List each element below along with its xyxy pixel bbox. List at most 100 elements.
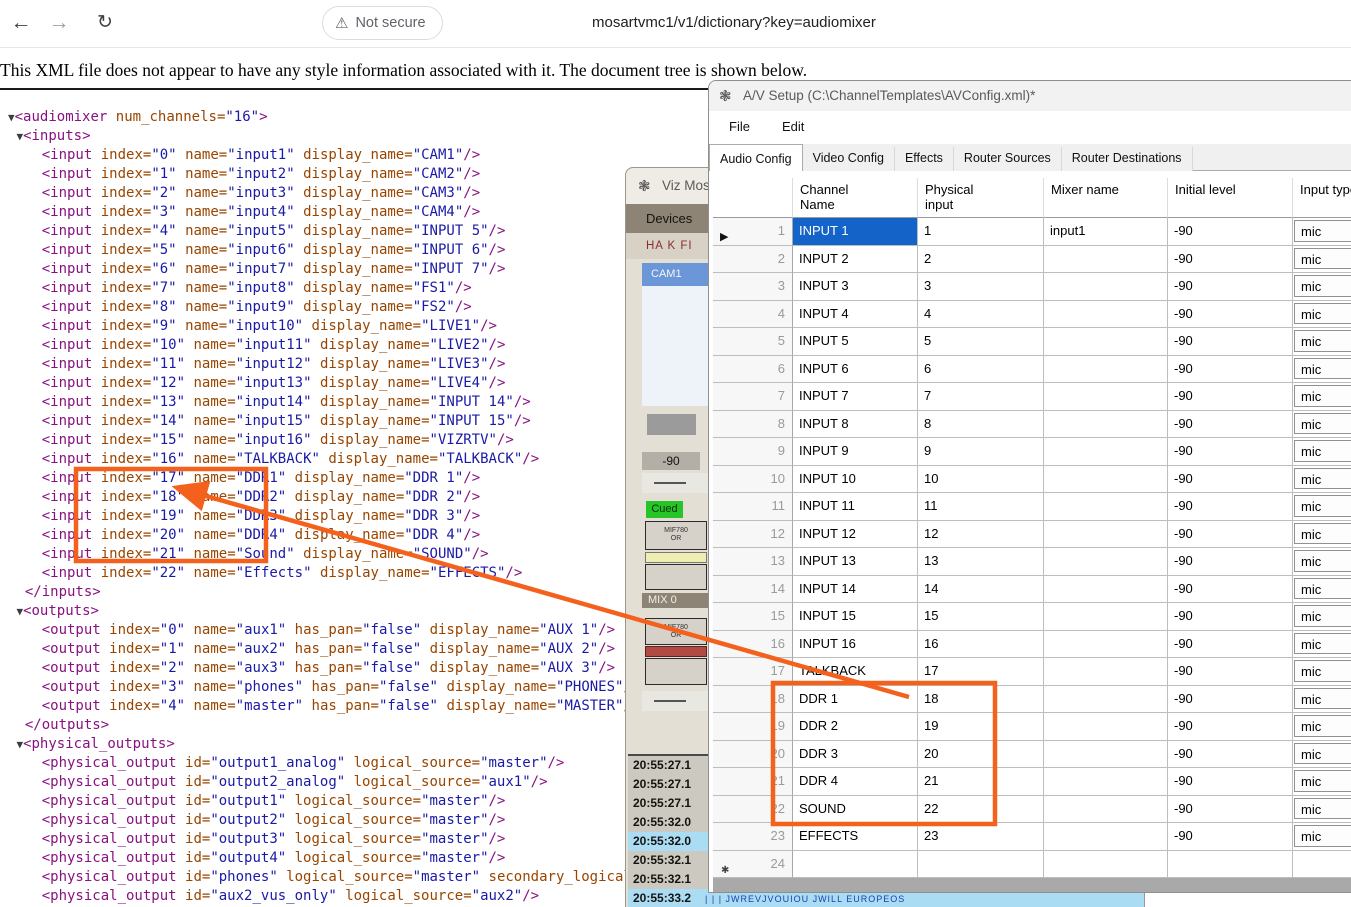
row-header[interactable]: 5 [713, 328, 793, 356]
row-header[interactable]: 18 [713, 686, 793, 714]
cell-channel-name[interactable]: INPUT 9 [793, 438, 918, 466]
cell-mixer-name[interactable] [1044, 713, 1168, 741]
cell-channel-name[interactable]: INPUT 2 [793, 246, 918, 274]
cell-mixer-name[interactable] [1044, 411, 1168, 439]
row-header[interactable]: 20 [713, 741, 793, 769]
cell-mixer-name[interactable] [1044, 631, 1168, 659]
cell-channel-name[interactable]: INPUT 14 [793, 576, 918, 604]
row-header[interactable]: 14 [713, 576, 793, 604]
row-header[interactable]: 1▶ [713, 218, 793, 246]
cell-initial-level[interactable]: -90 [1168, 741, 1293, 769]
cell-mixer-name[interactable] [1044, 686, 1168, 714]
row-header[interactable]: 11 [713, 493, 793, 521]
cell-physical-input[interactable]: 23 [918, 823, 1044, 851]
row-header[interactable]: 22 [713, 796, 793, 824]
row-header[interactable]: 17 [713, 658, 793, 686]
cell-channel-name[interactable]: DDR 1 [793, 686, 918, 714]
cell-input-type[interactable]: mic [1293, 823, 1351, 851]
cell-initial-level[interactable]: -90 [1168, 713, 1293, 741]
cell-mixer-name[interactable] [1044, 548, 1168, 576]
cell-physical-input[interactable]: 21 [918, 768, 1044, 796]
cell-initial-level[interactable]: -90 [1168, 328, 1293, 356]
cell-mixer-name[interactable] [1044, 356, 1168, 384]
cell-mixer-name[interactable] [1044, 438, 1168, 466]
row-header[interactable]: 23 [713, 823, 793, 851]
cell-input-type[interactable]: mic [1293, 768, 1351, 796]
cell-initial-level[interactable]: -90 [1168, 631, 1293, 659]
cell-physical-input[interactable]: 10 [918, 466, 1044, 494]
menu-edit[interactable]: Edit [770, 111, 816, 134]
cell-input-type[interactable]: mic [1293, 411, 1351, 439]
cell-input-type[interactable]: mic [1293, 246, 1351, 274]
cell-physical-input[interactable]: 15 [918, 603, 1044, 631]
cell-mixer-name[interactable] [1044, 768, 1168, 796]
mix-slider[interactable] [642, 691, 712, 711]
cell-physical-input[interactable]: 17 [918, 658, 1044, 686]
cell-physical-input[interactable]: 8 [918, 411, 1044, 439]
row-header[interactable]: 19 [713, 713, 793, 741]
cell-initial-level[interactable] [1168, 851, 1293, 879]
cell-initial-level[interactable]: -90 [1168, 411, 1293, 439]
cell-mixer-name[interactable] [1044, 301, 1168, 329]
cell-channel-name[interactable]: EFFECTS [793, 823, 918, 851]
cell-channel-name[interactable]: INPUT 5 [793, 328, 918, 356]
cell-input-type[interactable]: mic [1293, 273, 1351, 301]
cell-input-type[interactable]: mic [1293, 356, 1351, 384]
cell-channel-name[interactable]: SOUND [793, 796, 918, 824]
fader-thumb[interactable] [647, 414, 696, 435]
cell-mixer-name[interactable] [1044, 796, 1168, 824]
cell-physical-input[interactable]: 4 [918, 301, 1044, 329]
cell-initial-level[interactable]: -90 [1168, 301, 1293, 329]
row-header[interactable]: 8 [713, 411, 793, 439]
cell-physical-input[interactable]: 18 [918, 686, 1044, 714]
cell-mixer-name[interactable] [1044, 273, 1168, 301]
row-header[interactable]: 3 [713, 273, 793, 301]
menu-file[interactable]: File [717, 111, 762, 134]
cell-channel-name[interactable]: INPUT 7 [793, 383, 918, 411]
cell-initial-level[interactable]: -90 [1168, 356, 1293, 384]
cell-channel-name[interactable]: INPUT 16 [793, 631, 918, 659]
tab-effects[interactable]: Effects [895, 147, 954, 171]
cell-input-type[interactable]: mic [1293, 603, 1351, 631]
cell-mixer-name[interactable] [1044, 823, 1168, 851]
cell-mixer-name[interactable] [1044, 851, 1168, 879]
cell-input-type[interactable]: mic [1293, 713, 1351, 741]
cell-channel-name[interactable]: INPUT 10 [793, 466, 918, 494]
cell-initial-level[interactable]: -90 [1168, 521, 1293, 549]
cell-initial-level[interactable]: -90 [1168, 383, 1293, 411]
tab-audio-config[interactable]: Audio Config [709, 144, 803, 171]
cell-initial-level[interactable]: -90 [1168, 246, 1293, 274]
cell-physical-input[interactable]: 9 [918, 438, 1044, 466]
cell-physical-input[interactable] [918, 851, 1044, 879]
row-header[interactable]: 24✱ [713, 851, 793, 879]
cell-input-type[interactable]: mic [1293, 218, 1351, 246]
cell-physical-input[interactable]: 6 [918, 356, 1044, 384]
tab-video-config[interactable]: Video Config [803, 147, 895, 171]
cell-input-type[interactable]: mic [1293, 548, 1351, 576]
cell-input-type[interactable]: mic [1293, 383, 1351, 411]
cell-physical-input[interactable]: 2 [918, 246, 1044, 274]
av-titlebar[interactable]: ❃ A/V Setup (C:\ChannelTemplates\AVConfi… [709, 81, 1351, 111]
tab-router-sources[interactable]: Router Sources [954, 147, 1062, 171]
column-header-channel-name[interactable]: Channel Name [793, 178, 918, 218]
cell-channel-name[interactable]: INPUT 4 [793, 301, 918, 329]
column-header-mixer-name[interactable]: Mixer name [1044, 178, 1168, 218]
cell-physical-input[interactable]: 20 [918, 741, 1044, 769]
row-header[interactable]: 6 [713, 356, 793, 384]
cell-channel-name[interactable]: INPUT 15 [793, 603, 918, 631]
fader-slider[interactable] [642, 473, 712, 493]
cell-mixer-name[interactable] [1044, 658, 1168, 686]
row-header[interactable]: 16 [713, 631, 793, 659]
row-header[interactable]: 4 [713, 301, 793, 329]
cell-mixer-name[interactable] [1044, 328, 1168, 356]
cell-physical-input[interactable]: 5 [918, 328, 1044, 356]
cell-initial-level[interactable]: -90 [1168, 548, 1293, 576]
cell-physical-input[interactable]: 1 [918, 218, 1044, 246]
clip-slot-2[interactable]: MIF780 OR [645, 618, 707, 645]
cell-channel-name[interactable]: INPUT 13 [793, 548, 918, 576]
address-url[interactable]: mosartvmc1/v1/dictionary?key=audiomixer [592, 14, 876, 31]
cell-mixer-name[interactable] [1044, 603, 1168, 631]
cell-channel-name[interactable]: INPUT 8 [793, 411, 918, 439]
cell-initial-level[interactable]: -90 [1168, 768, 1293, 796]
cell-mixer-name[interactable] [1044, 741, 1168, 769]
